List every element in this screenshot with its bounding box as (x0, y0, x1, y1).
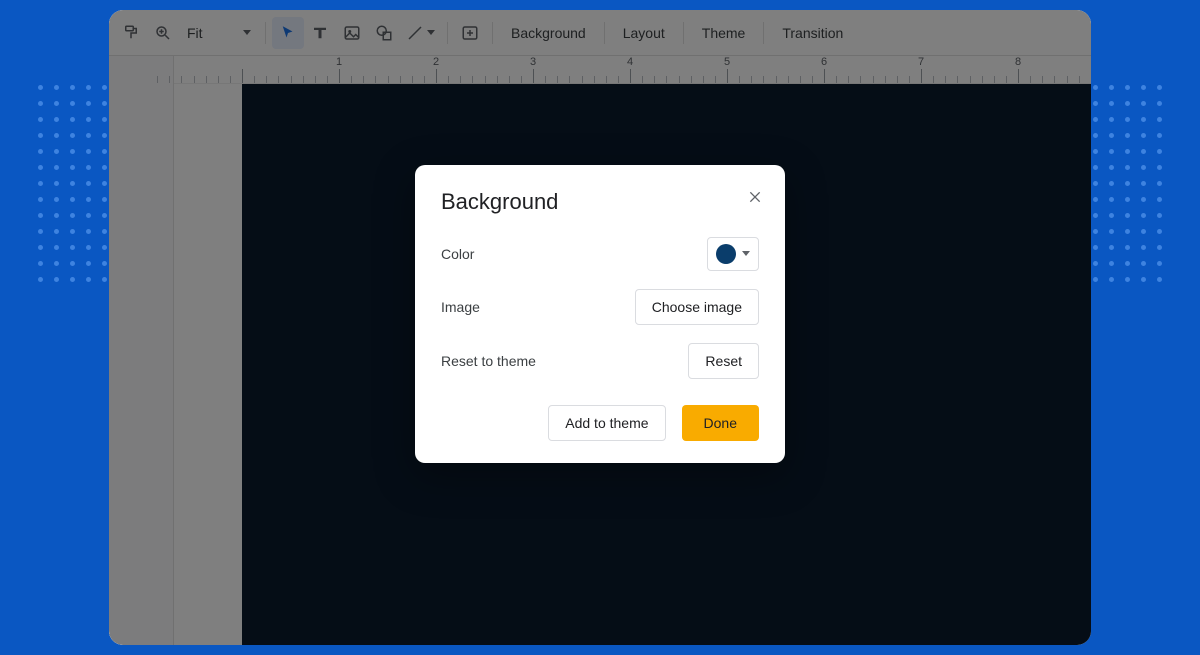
image-row: Image Choose image (441, 289, 759, 325)
image-label: Image (441, 299, 480, 315)
dialog-title: Background (441, 189, 759, 215)
chevron-down-icon (742, 251, 750, 256)
reset-row: Reset to theme Reset (441, 343, 759, 379)
dialog-overlay: Background Color Image Choose image Rese… (109, 10, 1091, 645)
add-to-theme-button[interactable]: Add to theme (548, 405, 665, 441)
close-button[interactable] (741, 183, 769, 211)
done-button[interactable]: Done (682, 405, 759, 441)
close-icon (747, 189, 763, 205)
color-swatch (716, 244, 736, 264)
reset-label: Reset to theme (441, 353, 536, 369)
color-picker-button[interactable] (707, 237, 759, 271)
dialog-actions: Add to theme Done (441, 405, 759, 441)
reset-button[interactable]: Reset (688, 343, 759, 379)
background-dialog: Background Color Image Choose image Rese… (415, 165, 785, 463)
color-row: Color (441, 237, 759, 271)
color-label: Color (441, 246, 474, 262)
app-window: Fit (109, 10, 1091, 645)
choose-image-button[interactable]: Choose image (635, 289, 759, 325)
